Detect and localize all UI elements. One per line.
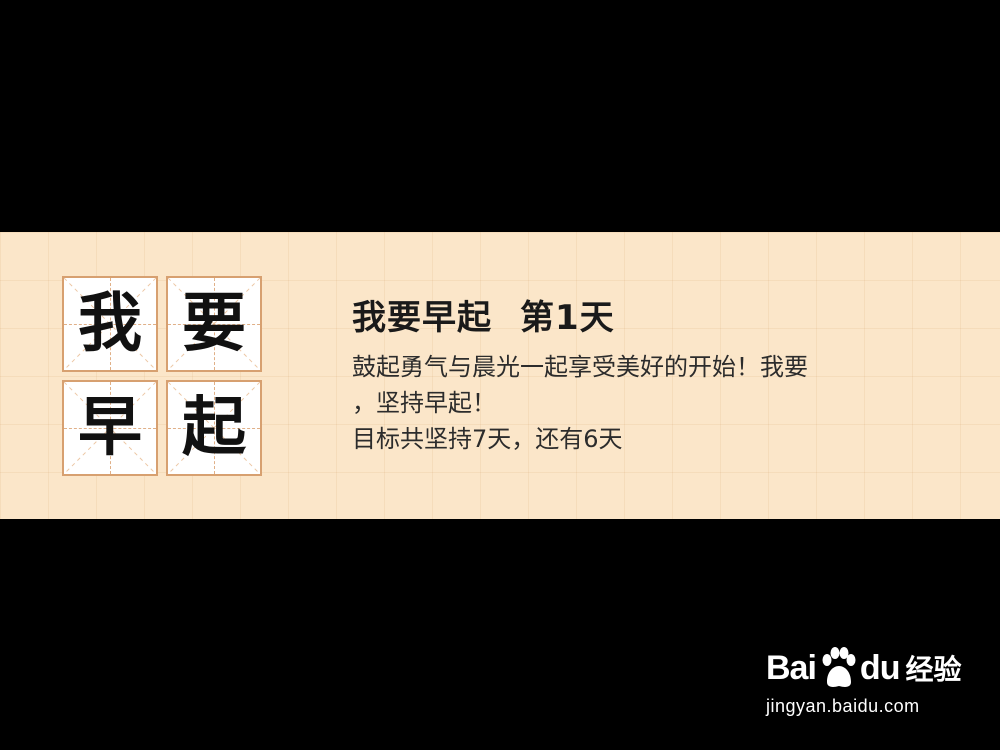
description-line-1: 鼓起勇气与晨光一起享受美好的开始！我要 (352, 353, 808, 381)
grid-char: 早 (78, 390, 142, 465)
banner-title: 我要早起 第1天 (352, 290, 972, 339)
grid-char: 要 (182, 286, 246, 361)
habit-banner[interactable]: 我 要 早 起 我要早起 第1天 鼓起勇气与晨光一起享受美好的开始！我要 ，坚持… (0, 232, 1000, 519)
screen: 我 要 早 起 我要早起 第1天 鼓起勇气与晨光一起享受美好的开始！我要 ，坚持… (0, 0, 1000, 750)
title-day-count: 第1天 (520, 298, 615, 338)
baidu-paw-icon (818, 646, 858, 690)
calligraphy-grid: 我 要 早 起 (60, 274, 264, 478)
grid-char: 我 (78, 286, 142, 361)
description-line-2: ，坚持早起！ (352, 389, 496, 417)
grid-cell-wo: 我 (62, 276, 158, 372)
watermark-logo: Bai du 经验 (766, 642, 966, 694)
grid-cell-qi: 起 (166, 380, 262, 476)
baidu-jingyan-watermark: Bai du 经验 jingyan.baidu.com (766, 642, 966, 717)
grid-cell-yao: 要 (166, 276, 262, 372)
grid-cell-zao: 早 (62, 380, 158, 476)
grid-char: 起 (182, 390, 246, 465)
brand-text-mid: du (859, 648, 901, 687)
brand-text-cn: 经验 (905, 653, 962, 686)
progress-text: 目标共坚持7天，还有6天 (352, 425, 623, 453)
banner-text-block: 我要早起 第1天 鼓起勇气与晨光一起享受美好的开始！我要 ，坚持早起！ 目标共坚持… (352, 290, 972, 457)
title-main: 我要早起 (352, 298, 492, 338)
watermark-url: jingyan.baidu.com (766, 696, 920, 716)
brand-text-left: Bai (766, 648, 817, 687)
